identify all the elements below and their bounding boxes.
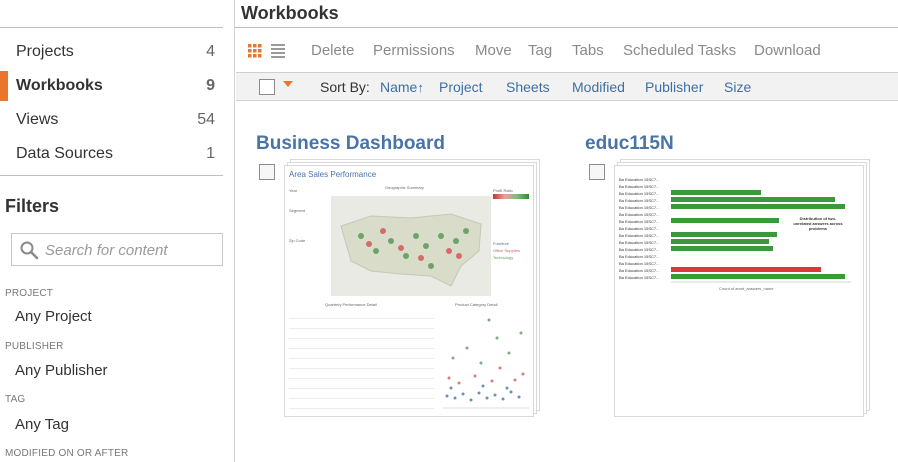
sidebar-item-count: 1 — [206, 145, 215, 162]
map-preview — [331, 196, 491, 296]
legend-item: Furniture — [493, 241, 510, 246]
profit-gradient-legend — [493, 194, 529, 199]
table-preview — [289, 308, 434, 416]
sidebar-item-data-sources[interactable]: Data Sources 1 — [0, 137, 223, 171]
legend-item: Office Supplies — [493, 248, 520, 253]
workbook-title[interactable]: Business Dashboard — [256, 133, 445, 155]
select-all-checkbox[interactable] — [259, 79, 275, 95]
sidebar-nav: Projects 4 Workbooks 9 Views 54 Data Sou… — [0, 35, 223, 171]
svg-text:Ba Education 15SC7...: Ba Education 15SC7... — [619, 198, 659, 203]
svg-text:Ba Education 15SC7...: Ba Education 15SC7... — [619, 268, 659, 273]
sidebar-item-projects[interactable]: Projects 4 — [0, 35, 223, 69]
filter-publisher-select[interactable]: Any Publisher — [15, 362, 108, 379]
svg-text:Ba Education 15SC7...: Ba Education 15SC7... — [619, 240, 659, 245]
svg-text:Ba Education 15SC7...: Ba Education 15SC7... — [619, 205, 659, 210]
delete-button[interactable]: Delete — [311, 42, 354, 59]
chart-preview: Ba Education 15SC7... Ba Education 15SC7… — [614, 165, 864, 417]
svg-text:Ba Education 15SC7...: Ba Education 15SC7... — [619, 184, 659, 189]
scatter-panel-title: Product Category Detail — [455, 302, 498, 307]
search-icon — [20, 241, 39, 260]
toolbar: Delete Permissions Move Tag Tabs Schedul… — [235, 36, 898, 66]
dashboard-preview: Area Sales Performance Geographic Summar… — [284, 165, 534, 417]
sort-name-option[interactable]: Name↑ — [380, 79, 424, 95]
sidebar-item-count: 4 — [206, 43, 215, 60]
filter-label-project: PROJECT — [5, 288, 54, 299]
svg-text:Ba Education 15SC7...: Ba Education 15SC7... — [619, 261, 659, 266]
list-view-icon[interactable] — [271, 44, 285, 58]
sort-bar: Sort By: Name↑ Project Sheets Modified P… — [236, 72, 898, 101]
svg-text:Ba Education 15SC7...: Ba Education 15SC7... — [619, 212, 659, 217]
download-button[interactable]: Download — [754, 42, 821, 59]
table-panel-title: Quarterly Performance Detail — [325, 302, 377, 307]
scatter-plot-image — [443, 318, 529, 409]
sidebar: Projects 4 Workbooks 9 Views 54 Data Sou… — [0, 0, 235, 462]
svg-text:Ba Education 15SC7...: Ba Education 15SC7... — [619, 247, 659, 252]
grid-view-icon[interactable] — [248, 44, 262, 58]
sidebar-item-workbooks[interactable]: Workbooks 9 — [0, 69, 223, 103]
sidebar-item-label: Workbooks — [16, 77, 103, 94]
legend-item: Technology — [493, 255, 514, 260]
svg-text:Ba Education 15SC7...: Ba Education 15SC7... — [619, 275, 659, 280]
svg-text:Ba Education 15SC7...: Ba Education 15SC7... — [619, 226, 659, 231]
svg-text:Ba Education 15SC7...: Ba Education 15SC7... — [619, 191, 659, 196]
filter-label: Zip Code — [289, 238, 306, 243]
axis-label: Count of amnt_answers_name — [719, 286, 774, 291]
tag-button[interactable]: Tag — [528, 42, 552, 59]
tabs-button[interactable]: Tabs — [572, 42, 604, 59]
sidebar-item-label: Data Sources — [16, 145, 113, 162]
page-title: Workbooks — [241, 3, 339, 23]
workbook-checkbox[interactable] — [259, 164, 275, 180]
filter-label-tag: TAG — [5, 394, 26, 405]
sidebar-item-count: 54 — [197, 111, 215, 128]
permissions-button[interactable]: Permissions — [373, 42, 455, 59]
sort-arrow-up-icon: ↑ — [417, 80, 424, 95]
sidebar-item-views[interactable]: Views 54 — [0, 103, 223, 137]
sidebar-item-label: Views — [16, 111, 59, 128]
filter-tag-select[interactable]: Any Tag — [15, 416, 69, 433]
svg-text:Ba Education 15SC7...: Ba Education 15SC7... — [619, 219, 659, 224]
workbook-title[interactable]: educ115N — [585, 133, 674, 155]
sidebar-item-count: 9 — [206, 77, 215, 94]
scatter-preview — [437, 308, 531, 416]
caret-down-icon[interactable] — [283, 81, 293, 87]
bar-chart-image: Ba Education 15SC7... Ba Education 15SC7… — [619, 177, 851, 283]
svg-text:Ba Education 15SC7...: Ba Education 15SC7... — [619, 254, 659, 259]
sort-sheets-option[interactable]: Sheets — [506, 79, 550, 95]
filter-label: Year — [289, 188, 298, 193]
sort-option-label: Name — [380, 79, 418, 95]
filter-label-modified: MODIFIED ON OR AFTER — [5, 448, 129, 459]
us-map-image — [340, 213, 482, 287]
search-field[interactable] — [11, 233, 223, 266]
sidebar-divider — [0, 27, 223, 28]
sort-publisher-option[interactable]: Publisher — [645, 79, 703, 95]
legend-title: Profit Ratio — [493, 188, 513, 193]
svg-text:Ba Education 15SC7...: Ba Education 15SC7... — [619, 177, 659, 182]
map-panel-title: Geographic Summary — [385, 185, 424, 190]
workbook-checkbox[interactable] — [589, 164, 605, 180]
move-button[interactable]: Move — [475, 42, 512, 59]
filter-project-select[interactable]: Any Project — [15, 308, 92, 325]
scheduled-tasks-button[interactable]: Scheduled Tasks — [623, 42, 736, 59]
sort-by-label: Sort By: — [320, 79, 370, 95]
title-divider — [235, 27, 898, 28]
search-input[interactable] — [45, 240, 215, 260]
sort-modified-option[interactable]: Modified — [572, 79, 625, 95]
sidebar-divider — [0, 175, 223, 176]
sort-size-option[interactable]: Size — [724, 79, 751, 95]
filter-label: Segment — [289, 208, 306, 213]
svg-text:Ba Education 15SC7...: Ba Education 15SC7... — [619, 233, 659, 238]
sidebar-item-label: Projects — [16, 43, 74, 60]
filters-heading: Filters — [5, 196, 60, 216]
chart-annotation: Distribution of two-unrelated answers ac… — [793, 216, 843, 231]
filter-label-publisher: PUBLISHER — [5, 341, 64, 352]
thumbnail-title: Area Sales Performance — [289, 170, 377, 179]
sort-project-option[interactable]: Project — [439, 79, 483, 95]
